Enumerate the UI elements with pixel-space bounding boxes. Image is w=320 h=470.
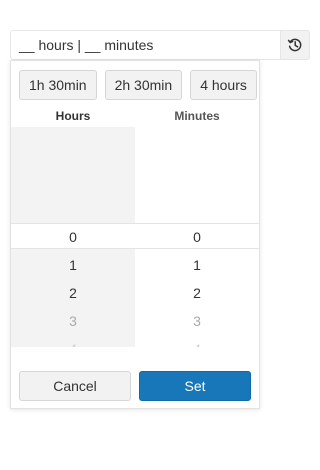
minutes-column-header: Minutes: [174, 109, 220, 123]
history-button[interactable]: [280, 30, 310, 60]
minutes-option[interactable]: 1: [135, 251, 259, 279]
hours-option[interactable]: 0: [11, 223, 135, 251]
preset-4h-button[interactable]: 4 hours: [190, 70, 257, 100]
duration-dropdown-panel: 1h 30min 2h 30min 4 hours Hours Minutes …: [10, 60, 260, 409]
duration-input-row: __ hours | __ minutes: [10, 30, 310, 60]
minutes-option[interactable]: 2: [135, 279, 259, 307]
time-wheels[interactable]: 0 1 2 3 4 0 1 2 3 4: [11, 127, 259, 347]
hours-option[interactable]: 1: [11, 251, 135, 279]
preset-2h30-button[interactable]: 2h 30min: [104, 70, 183, 100]
hours-option[interactable]: 4: [11, 335, 135, 347]
cancel-button[interactable]: Cancel: [19, 371, 131, 401]
panel-actions: Cancel Set: [19, 371, 251, 401]
set-button[interactable]: Set: [139, 371, 251, 401]
history-icon: [287, 38, 302, 52]
minutes-wheel[interactable]: 0 1 2 3 4: [135, 223, 259, 347]
preset-1h30-button[interactable]: 1h 30min: [19, 70, 97, 100]
preset-buttons: 1h 30min 2h 30min 4 hours: [19, 70, 257, 100]
hours-option[interactable]: 3: [11, 307, 135, 335]
hours-column-header: Hours: [55, 109, 91, 123]
minutes-option[interactable]: 4: [135, 335, 259, 347]
hours-wheel[interactable]: 0 1 2 3 4: [11, 223, 135, 347]
duration-picker-screen: __ hours | __ minutes 1h 30min 2h 30min …: [0, 0, 320, 470]
minutes-option[interactable]: 3: [135, 307, 259, 335]
hours-wheel-shade-top: [11, 127, 135, 223]
duration-input[interactable]: __ hours | __ minutes: [10, 30, 280, 60]
hours-option[interactable]: 2: [11, 279, 135, 307]
minutes-option[interactable]: 0: [135, 223, 259, 251]
